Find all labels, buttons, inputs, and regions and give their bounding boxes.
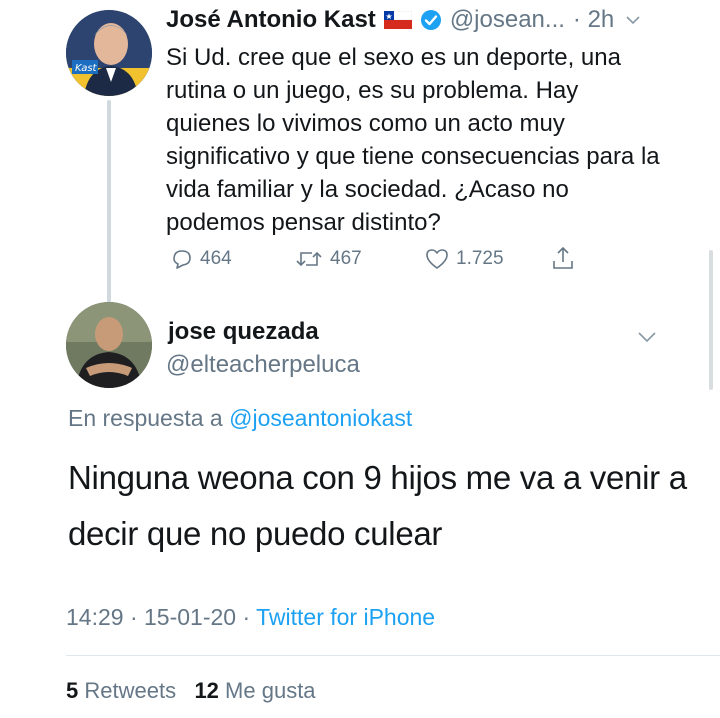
reply-tweet-text: Ninguna weona con 9 hijos me va a venir …	[68, 459, 687, 552]
reply-context-mention[interactable]: @joseantoniokast	[229, 405, 412, 431]
chile-flag-icon	[383, 10, 413, 29]
verified-badge-icon	[420, 9, 442, 31]
reply-count: 464	[200, 248, 232, 269]
tweet-meta: 14:29 · 15-01-20 · Twitter for iPhone	[66, 604, 436, 630]
parent-author-name[interactable]: José Antonio Kast	[166, 6, 376, 34]
reply-context-prefix: En respuesta a	[68, 405, 223, 431]
chevron-down-icon	[636, 326, 658, 348]
retweet-count: 467	[330, 248, 362, 269]
parent-tweet-text: Si Ud. cree que el sexo es un deporte, u…	[166, 44, 660, 236]
retweet-icon	[294, 247, 324, 271]
parent-tweet-header: José Antonio Kast @josean... · 2h	[166, 6, 642, 34]
reply-action[interactable]: 464	[170, 247, 232, 271]
thread-connector-line	[107, 100, 111, 315]
parent-tweet-time[interactable]: · 2h	[573, 6, 614, 34]
reply-icon	[170, 247, 194, 271]
divider	[66, 655, 720, 656]
retweet-action[interactable]: 467	[294, 247, 362, 271]
tweet-stats: 5 Retweets 12 Me gusta	[66, 678, 316, 704]
retweets-stat-label: Retweets	[84, 678, 177, 703]
share-icon	[550, 245, 576, 271]
like-count: 1.725	[456, 248, 504, 269]
avatar-campaign-text: Kast	[75, 63, 98, 74]
reply-author-handle[interactable]: @elteacherpeluca	[166, 351, 360, 379]
tweet-source[interactable]: Twitter for iPhone	[256, 604, 435, 630]
reply-author-avatar[interactable]	[66, 302, 152, 388]
reply-author-name[interactable]: jose quezada	[168, 318, 319, 346]
reply-context: En respuesta a @joseantoniokast	[68, 405, 412, 432]
scrollbar[interactable]	[709, 250, 713, 390]
likes-stat[interactable]: 12 Me gusta	[194, 678, 315, 703]
reply-tweet-menu[interactable]	[636, 326, 658, 353]
retweets-stat-count: 5	[66, 678, 79, 703]
likes-stat-label: Me gusta	[225, 678, 316, 703]
likes-stat-count: 12	[194, 678, 219, 703]
parent-author-avatar[interactable]: Kast	[66, 10, 152, 96]
like-action[interactable]: 1.725	[424, 247, 504, 271]
retweets-stat[interactable]: 5 Retweets	[66, 678, 176, 703]
heart-icon	[424, 247, 450, 271]
chevron-down-icon[interactable]	[624, 11, 642, 29]
tweet-date[interactable]: 15-01-20	[144, 604, 236, 630]
share-button[interactable]	[550, 245, 576, 276]
parent-author-handle[interactable]: @josean...	[450, 6, 565, 34]
tweet-time[interactable]: 14:29	[66, 604, 124, 630]
